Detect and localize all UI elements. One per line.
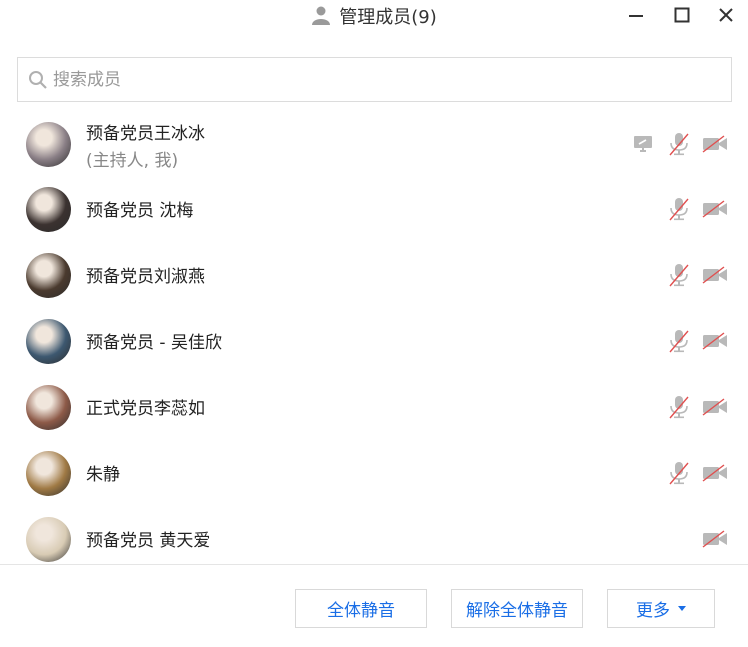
member-name: 预备党员 黄天爱 (86, 531, 211, 551)
screen-share-icon[interactable] (630, 132, 656, 156)
camera-off-icon[interactable] (702, 527, 728, 551)
camera-off-icon[interactable] (702, 263, 728, 287)
member-row[interactable]: 预备党员刘淑燕 (0, 242, 748, 308)
search-box[interactable] (17, 57, 732, 102)
avatar (26, 517, 71, 562)
member-name: 预备党员刘淑燕 (86, 267, 205, 287)
more-button[interactable]: 更多 (607, 589, 715, 628)
avatar (26, 451, 71, 496)
camera-off-icon[interactable] (702, 395, 728, 419)
mic-muted-icon[interactable] (666, 263, 692, 287)
person-icon (311, 5, 331, 30)
caret-down-icon (678, 606, 686, 611)
minimize-icon (629, 15, 643, 17)
avatar (26, 319, 71, 364)
footer-divider (0, 564, 748, 565)
member-name: 正式党员李蕊如 (86, 399, 205, 419)
member-row[interactable]: 预备党员 黄天爱 (0, 506, 748, 564)
mic-muted-icon[interactable] (666, 461, 692, 485)
camera-off-icon[interactable] (702, 461, 728, 485)
member-list[interactable]: 预备党员王冰冰 (主持人, 我) 预备党员 沈梅 预备党员刘淑燕 预备党员 - 吴佳欣正… (0, 110, 748, 564)
close-icon (719, 8, 733, 22)
maximize-icon (674, 7, 690, 23)
more-button-label: 更多 (636, 601, 670, 621)
mute-all-button[interactable]: 全体静音 (295, 589, 427, 628)
avatar (26, 385, 71, 430)
camera-off-icon[interactable] (702, 132, 728, 156)
close-button[interactable] (714, 4, 738, 26)
search-icon (28, 70, 48, 94)
avatar (26, 187, 71, 232)
title-bar: 管理成员(9) (0, 0, 748, 30)
member-row[interactable]: 预备党员 沈梅 (0, 176, 748, 242)
mic-muted-icon[interactable] (666, 197, 692, 221)
window-title-text: 管理成员(9) (339, 7, 437, 28)
minimize-button[interactable] (624, 4, 648, 26)
member-row[interactable]: 预备党员王冰冰 (主持人, 我) (0, 110, 748, 176)
mic-muted-icon[interactable] (666, 132, 692, 156)
search-input[interactable] (53, 67, 703, 93)
member-row[interactable]: 朱静 (0, 440, 748, 506)
member-role: (主持人, 我) (86, 151, 179, 171)
member-row[interactable]: 预备党员 - 吴佳欣 (0, 308, 748, 374)
unmute-all-button[interactable]: 解除全体静音 (451, 589, 583, 628)
avatar (26, 253, 71, 298)
member-name: 朱静 (86, 465, 120, 485)
camera-off-icon[interactable] (702, 197, 728, 221)
maximize-button[interactable] (670, 4, 694, 26)
mic-muted-icon[interactable] (666, 329, 692, 353)
avatar (26, 122, 71, 167)
member-row[interactable]: 正式党员李蕊如 (0, 374, 748, 440)
member-name: 预备党员 - 吴佳欣 (86, 333, 222, 353)
mic-muted-icon[interactable] (666, 395, 692, 419)
member-name: 预备党员王冰冰 (86, 124, 205, 144)
member-name: 预备党员 沈梅 (86, 201, 194, 221)
camera-off-icon[interactable] (702, 329, 728, 353)
